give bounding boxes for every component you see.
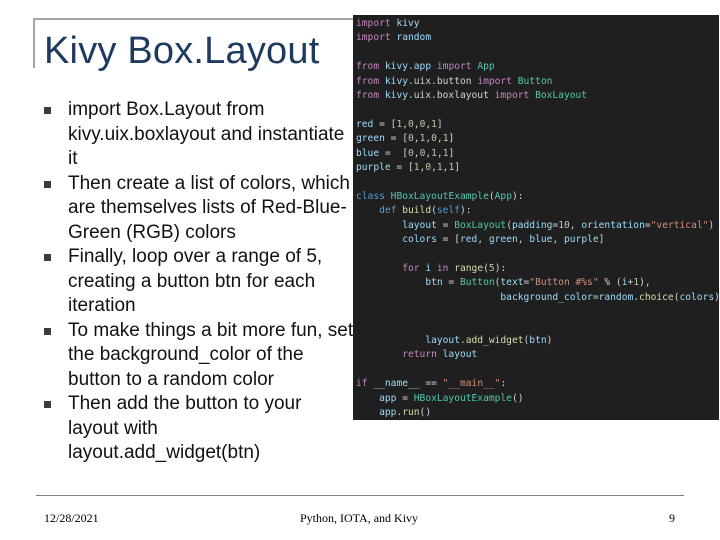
- footer-divider: [36, 495, 684, 496]
- code-line: for i in range(5):: [402, 262, 507, 274]
- code-screenshot: import kivy import random from kivy.app …: [353, 15, 719, 420]
- bullet-square-icon: [44, 254, 51, 261]
- code-line: red = [1,0,0,1]: [356, 118, 443, 130]
- bullet-text: To make things a bit more fun, set the b…: [68, 319, 354, 390]
- code-line: def build(self):: [379, 205, 472, 217]
- code-line: import kivy: [356, 18, 420, 29]
- bullet-text: import Box.Layout from kivy.uix.boxlayou…: [68, 99, 345, 169]
- code-line: app = HBoxLayoutExample(): [379, 392, 524, 404]
- bullet-item: import Box.Layout from kivy.uix.boxlayou…: [44, 98, 354, 172]
- code-block: import kivy import random from kivy.app …: [356, 17, 719, 420]
- code-line: blue = [0,0,1,1]: [356, 147, 455, 159]
- slide-title: Kivy Box.Layout: [44, 30, 320, 72]
- code-line: from kivy.uix.boxlayout import BoxLayout: [356, 90, 588, 102]
- code-line: import random: [356, 32, 432, 44]
- code-line: return layout: [402, 349, 478, 361]
- code-line: from kivy.app import App: [356, 61, 495, 73]
- title-frame-horizontal: [33, 18, 353, 20]
- bullet-square-icon: [44, 401, 51, 408]
- code-line: if __name__ == "__main__":: [356, 378, 507, 390]
- title-frame-vertical: [33, 18, 35, 68]
- footer-date: 12/28/2021: [44, 511, 99, 525]
- bullet-square-icon: [44, 107, 51, 114]
- footer-center-text: Python, IOTA, and Kivy: [300, 511, 419, 525]
- code-line: btn = Button(text="Button #%s" % (i+1),: [425, 277, 651, 289]
- bullet-square-icon: [44, 327, 51, 335]
- bullet-item: Then add the button to your layout with …: [44, 392, 354, 466]
- code-line: purple = [1,0,1,1]: [356, 162, 461, 174]
- code-line: class HBoxLayoutExample(App):: [356, 190, 524, 202]
- code-line: colors = [red, green, blue, purple]: [402, 234, 605, 246]
- bullet-item: To make things a bit more fun, set the b…: [44, 319, 354, 393]
- bullet-list: import Box.Layout from kivy.uix.boxlayou…: [44, 98, 354, 466]
- bullet-text: Then create a list of colors, which are …: [68, 172, 350, 243]
- code-line: app.run(): [379, 406, 432, 418]
- bullet-item: Then create a list of colors, which are …: [44, 172, 354, 246]
- bullet-text: Finally, loop over a range of 5, creatin…: [68, 246, 323, 316]
- bullet-square-icon: [44, 180, 51, 188]
- code-line: green = [0,1,0,1]: [356, 133, 455, 145]
- code-line: layout = BoxLayout(padding=10, orientati…: [402, 219, 715, 231]
- code-line: background_color=random.choice(colors): [500, 291, 719, 303]
- bullet-text: Then add the button to your layout with …: [68, 393, 302, 463]
- bullet-item: Finally, loop over a range of 5, creatin…: [44, 245, 354, 319]
- code-line: layout.add_widget(btn): [425, 334, 553, 346]
- code-line: from kivy.uix.button import Button: [356, 75, 553, 87]
- page-number: 9: [669, 511, 675, 525]
